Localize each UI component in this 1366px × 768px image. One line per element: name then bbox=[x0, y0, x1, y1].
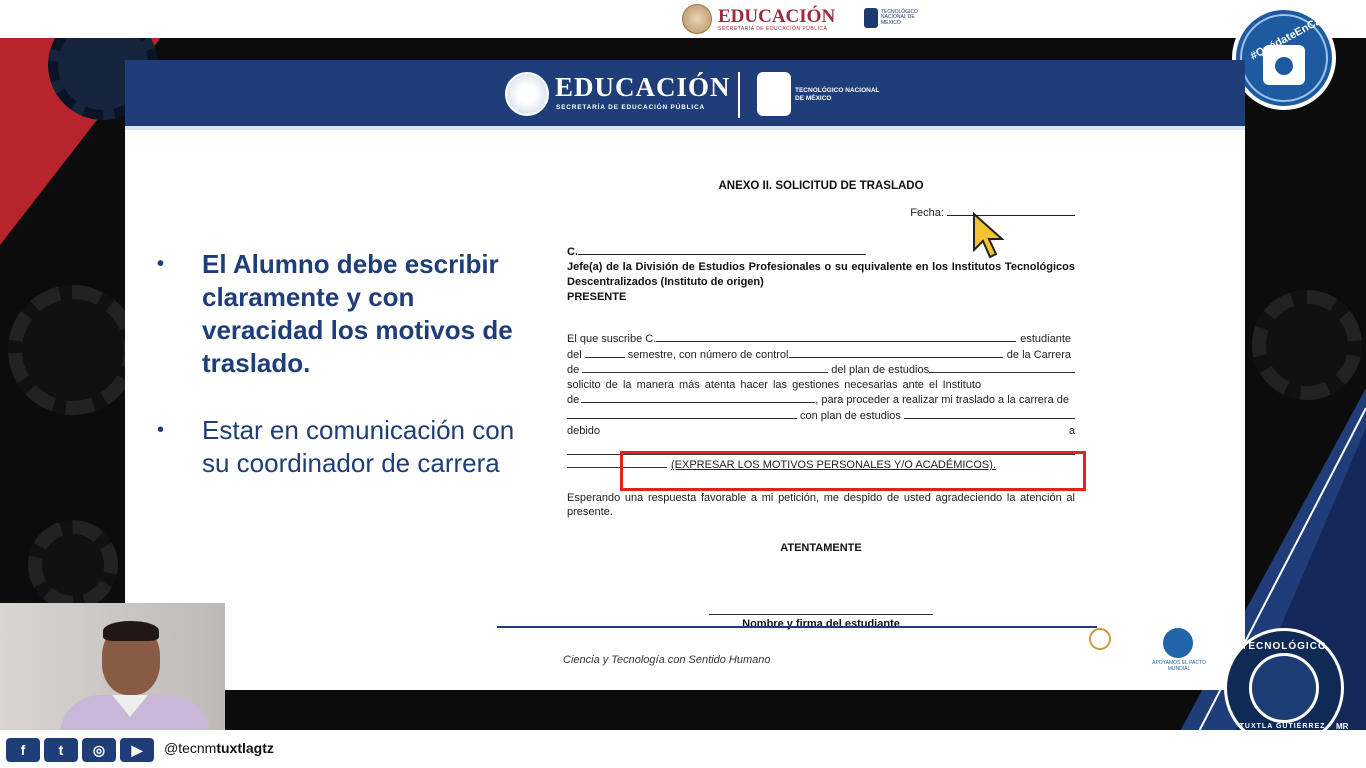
house-icon bbox=[1263, 45, 1305, 85]
facebook-icon[interactable]: f bbox=[6, 738, 40, 762]
campus-ring-top: TECNOLÓGICO bbox=[1241, 641, 1327, 652]
header-divider bbox=[738, 72, 740, 118]
bullet-item: • El Alumno debe escribir claramente y c… bbox=[157, 248, 517, 380]
form-line: debido a bbox=[567, 424, 1075, 439]
instagram-icon[interactable]: ◎ bbox=[82, 738, 116, 762]
tecnm-mini-logo: TECNOLÓGICO NACIONAL DE MÉXICO bbox=[864, 8, 921, 28]
form-text: El que suscribe C. bbox=[567, 333, 657, 345]
handle-prefix: @tecnm bbox=[164, 740, 217, 756]
tecnm-mini-name: TECNOLÓGICO NACIONAL DE MÉXICO bbox=[881, 8, 918, 26]
control-number-blank bbox=[788, 347, 1003, 358]
form-line: del semestre, con número de control de l… bbox=[567, 347, 1075, 363]
certification-badge-icon bbox=[1089, 628, 1111, 650]
presentation-slide: EDUCACIÓN SECRETARÍA DE EDUCACIÓN PÚBLIC… bbox=[125, 60, 1245, 690]
bullet-dot: • bbox=[157, 419, 165, 441]
target-plan-blank bbox=[903, 408, 1075, 419]
form-text: del plan de estudios bbox=[831, 364, 930, 377]
social-handle: @tecnmtuxtlagtz bbox=[164, 740, 274, 756]
bullet-text: Estar en comunicación con su coordinador… bbox=[202, 415, 515, 478]
form-line: de , para proceder a realizar mi traslad… bbox=[567, 392, 1075, 408]
mouse-pointer-icon bbox=[973, 212, 1005, 259]
presente-label: PRESENTE bbox=[567, 291, 627, 303]
quedate-en-casa-badge: #QuédateEnCasa bbox=[1232, 6, 1336, 110]
form-text: de bbox=[567, 394, 580, 407]
tecnm-logo-icon bbox=[757, 72, 791, 116]
slide-header: EDUCACIÓN SECRETARÍA DE EDUCACIÓN PÚBLIC… bbox=[125, 60, 1245, 130]
footer-slogan: Ciencia y Tecnología con Sentido Humano bbox=[563, 654, 771, 666]
target-career-blank bbox=[567, 408, 797, 419]
form-text: con plan de estudios bbox=[800, 409, 901, 422]
form-text: , para proceder a realizar mi traslado a… bbox=[815, 394, 1069, 407]
form-text: debido bbox=[567, 424, 601, 437]
education-word: EDUCACIÓN bbox=[718, 5, 836, 27]
footer-rule bbox=[497, 626, 1097, 628]
slide-header-sub: SECRETARÍA DE EDUCACIÓN PÚBLICA bbox=[556, 104, 706, 111]
form-text: estudiante bbox=[1020, 333, 1071, 345]
bullet-dot: • bbox=[157, 253, 165, 275]
background-gear-left bbox=[8, 285, 138, 415]
signature-label: Nombre y firma del estudiante bbox=[742, 617, 900, 630]
form-text: solicito de la manera más atenta hacer l… bbox=[567, 378, 982, 391]
signature-line bbox=[709, 613, 933, 615]
form-line: con plan de estudios bbox=[567, 408, 1075, 424]
presenter-webcam bbox=[0, 603, 225, 730]
plan-blank bbox=[929, 362, 1075, 374]
form-text: a bbox=[1068, 424, 1075, 437]
student-name-blank bbox=[656, 331, 1017, 342]
youtube-icon[interactable]: ▶ bbox=[120, 738, 154, 762]
form-line: El que suscribe C. estudiante bbox=[567, 331, 1075, 347]
handle-bold: tuxtlagtz bbox=[216, 740, 274, 756]
institute-blank bbox=[581, 392, 816, 404]
bullet-text: El Alumno debe escribir claramente y con… bbox=[202, 249, 513, 378]
slide-header-title: EDUCACIÓN bbox=[555, 72, 731, 102]
sep-seal-icon bbox=[505, 72, 549, 116]
addressee-blank bbox=[578, 245, 866, 255]
semester-blank bbox=[584, 347, 625, 358]
background-gear-right bbox=[1252, 290, 1362, 400]
form-text: de la Carrera bbox=[1006, 348, 1071, 361]
global-compact-label: APOYAMOS EL PACTO MUNDIAL bbox=[1152, 660, 1206, 672]
global-compact-icon bbox=[1163, 628, 1193, 658]
addressee-prefix: C. bbox=[567, 246, 578, 258]
closing-text: Esperando una respuesta favorable a mi p… bbox=[567, 491, 1075, 519]
form-title: ANEXO II. SOLICITUD DE TRASLADO bbox=[718, 180, 924, 192]
bullet-item: • Estar en comunicación con su coordinad… bbox=[157, 414, 517, 480]
presenter-hair bbox=[103, 621, 159, 641]
top-banner: EDUCACIÓN SECRETARÍA DE EDUCACIÓN PÚBLIC… bbox=[0, 0, 1366, 38]
date-blank bbox=[947, 206, 1075, 216]
form-text: del bbox=[567, 348, 582, 361]
bullet-list: • El Alumno debe escribir claramente y c… bbox=[157, 248, 517, 480]
form-text: semestre, con número de control bbox=[627, 348, 789, 361]
form-line: solicito de la manera más atenta hacer l… bbox=[567, 378, 1075, 393]
reasons-highlight-box bbox=[620, 451, 1086, 491]
date-label: Fecha: bbox=[910, 207, 944, 219]
national-seal-icon bbox=[682, 4, 712, 34]
tecnm-gear-icon bbox=[864, 8, 878, 28]
twitter-icon[interactable]: t bbox=[44, 738, 78, 762]
atentamente-label: ATENTAMENTE bbox=[780, 541, 862, 554]
addressee-role: Jefe(a) de la División de Estudios Profe… bbox=[567, 261, 1075, 288]
social-bar: f t ◎ ▶ @tecnmtuxtlagtz bbox=[0, 730, 1366, 768]
education-logo: EDUCACIÓN SECRETARÍA DE EDUCACIÓN PÚBLIC… bbox=[682, 4, 835, 34]
career-blank bbox=[582, 362, 829, 374]
background-gear-bottom-left bbox=[28, 520, 118, 610]
education-sub: SECRETARÍA DE EDUCACIÓN PÚBLICA bbox=[718, 25, 828, 32]
form-text: de bbox=[567, 364, 580, 377]
form-line: de del plan de estudios bbox=[567, 362, 1075, 378]
campus-emblem-icon bbox=[1249, 653, 1319, 723]
tecnm-name: TECNOLÓGICO NACIONAL DE MÉXICO bbox=[795, 87, 880, 103]
